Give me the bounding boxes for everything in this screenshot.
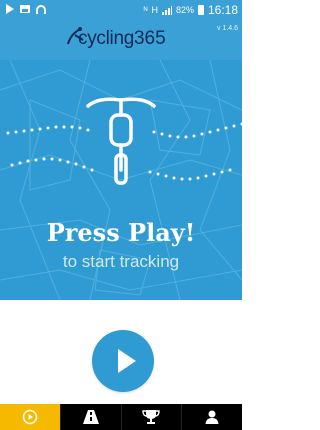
status-bar: ᴺ H 82% 16:18 [0, 0, 242, 20]
logo-number: 365 [133, 28, 166, 49]
clock: 16:18 [207, 3, 238, 17]
hero-banner: Press Play! to start tracking [0, 60, 242, 300]
nav-road[interactable] [59, 404, 121, 430]
status-left [6, 4, 46, 14]
nav-play[interactable] [0, 404, 60, 430]
main-area [0, 300, 242, 404]
road-icon [82, 410, 99, 424]
nfc-icon: ᴺ [143, 5, 148, 15]
network-type: H [151, 5, 158, 15]
cyclist-logo-icon [67, 27, 84, 45]
status-right: ᴺ H 82% 16:18 [144, 3, 238, 17]
media-play-icon [6, 4, 14, 14]
trophy-icon [142, 410, 161, 424]
signal-icon [161, 6, 172, 15]
bottom-nav [0, 404, 242, 430]
play-circle-icon [22, 409, 38, 425]
nav-trophy[interactable] [120, 404, 182, 430]
nav-profile[interactable] [181, 404, 242, 430]
app-header: cycling 365 v 1.4.6 [0, 20, 242, 60]
version-label: v 1.4.6 [216, 25, 238, 32]
user-icon [205, 410, 219, 424]
battery-percent: 82% [175, 5, 194, 15]
hero-subtitle: to start tracking [62, 252, 180, 271]
headset-icon [36, 4, 46, 14]
app-logo: cycling 365 [66, 27, 166, 50]
play-icon [118, 349, 136, 373]
bicycle-icon [86, 97, 156, 185]
hero-title: Press Play! [46, 218, 196, 247]
battery-icon [197, 5, 204, 15]
start-tracking-button[interactable] [92, 330, 154, 392]
gallery-icon [20, 5, 30, 13]
